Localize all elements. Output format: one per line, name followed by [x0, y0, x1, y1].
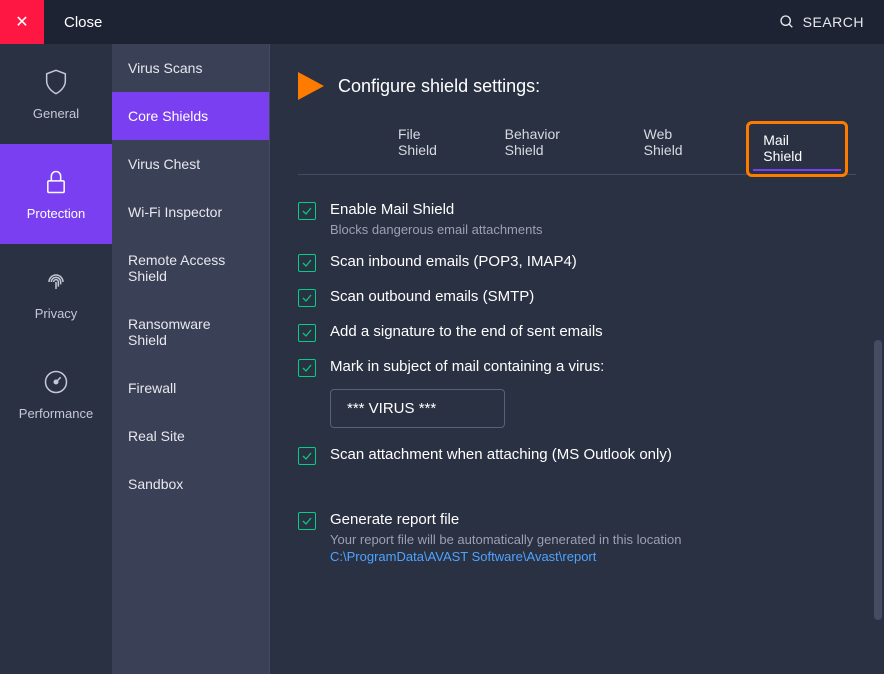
- nav-label: Performance: [19, 406, 93, 421]
- side-item-firewall[interactable]: Firewall: [112, 364, 269, 412]
- option-label: Mark in subject of mail containing a vir…: [330, 358, 604, 375]
- side-item-virus-scans[interactable]: Virus Scans: [112, 44, 269, 92]
- config-title: Configure shield settings:: [338, 76, 540, 97]
- titlebar: ✕ Close SEARCH: [0, 0, 884, 44]
- checkbox-mark-subject[interactable]: [298, 359, 316, 377]
- search-button[interactable]: SEARCH: [779, 14, 864, 30]
- scrollbar[interactable]: [874, 340, 882, 620]
- virus-subject-input[interactable]: [330, 389, 505, 428]
- arrow-pointer-icon: [298, 72, 324, 100]
- option-label: Generate report file: [330, 511, 681, 528]
- side-item-real-site[interactable]: Real Site: [112, 412, 269, 460]
- fingerprint-icon: [42, 268, 70, 296]
- tab-behavior-shield[interactable]: Behavior Shield: [495, 118, 612, 174]
- nav-label: General: [33, 106, 79, 121]
- option-label: Scan inbound emails (POP3, IMAP4): [330, 253, 577, 270]
- option-label: Add a signature to the end of sent email…: [330, 323, 603, 340]
- side-item-sandbox[interactable]: Sandbox: [112, 460, 269, 508]
- side-item-core-shields[interactable]: Core Shields: [112, 92, 269, 140]
- tab-web-shield[interactable]: Web Shield: [634, 118, 725, 174]
- close-button[interactable]: ✕: [0, 0, 44, 44]
- shield-tabs: File Shield Behavior Shield Web Shield M…: [298, 118, 856, 175]
- nav-item-performance[interactable]: Performance: [0, 344, 112, 444]
- nav-label: Privacy: [35, 306, 78, 321]
- side-item-remote-access[interactable]: Remote Access Shield: [112, 236, 269, 300]
- nav-item-general[interactable]: General: [0, 44, 112, 144]
- option-label: Scan outbound emails (SMTP): [330, 288, 534, 305]
- option-label: Scan attachment when attaching (MS Outlo…: [330, 446, 672, 463]
- search-label: SEARCH: [803, 14, 864, 30]
- checkbox-add-signature[interactable]: [298, 324, 316, 342]
- lock-icon: [42, 168, 70, 196]
- nav-label: Protection: [27, 206, 86, 221]
- checkbox-generate-report[interactable]: [298, 512, 316, 530]
- nav-item-privacy[interactable]: Privacy: [0, 244, 112, 344]
- search-icon: [779, 14, 795, 30]
- side-item-wifi-inspector[interactable]: Wi-Fi Inspector: [112, 188, 269, 236]
- side-item-ransomware[interactable]: Ransomware Shield: [112, 300, 269, 364]
- shield-icon: [42, 68, 70, 96]
- tab-file-shield[interactable]: File Shield: [388, 118, 473, 174]
- close-icon: ✕: [15, 12, 28, 32]
- option-sublabel: Your report file will be automatically g…: [330, 532, 681, 547]
- checkbox-scan-attachment[interactable]: [298, 447, 316, 465]
- report-path-link[interactable]: C:\ProgramData\AVAST Software\Avast\repo…: [330, 549, 681, 564]
- checkbox-scan-inbound[interactable]: [298, 254, 316, 272]
- option-label: Enable Mail Shield: [330, 201, 542, 218]
- side-item-virus-chest[interactable]: Virus Chest: [112, 140, 269, 188]
- tab-mail-shield[interactable]: Mail Shield: [746, 121, 848, 177]
- close-label: Close: [64, 14, 102, 31]
- content-panel: Configure shield settings: File Shield B…: [270, 44, 884, 674]
- gauge-icon: [42, 368, 70, 396]
- nav-item-protection[interactable]: Protection: [0, 144, 112, 244]
- option-sublabel: Blocks dangerous email attachments: [330, 222, 542, 237]
- checkbox-scan-outbound[interactable]: [298, 289, 316, 307]
- checkbox-enable-mail-shield[interactable]: [298, 202, 316, 220]
- left-nav: General Protection Privacy Performance: [0, 44, 112, 674]
- side-menu: Virus Scans Core Shields Virus Chest Wi-…: [112, 44, 270, 674]
